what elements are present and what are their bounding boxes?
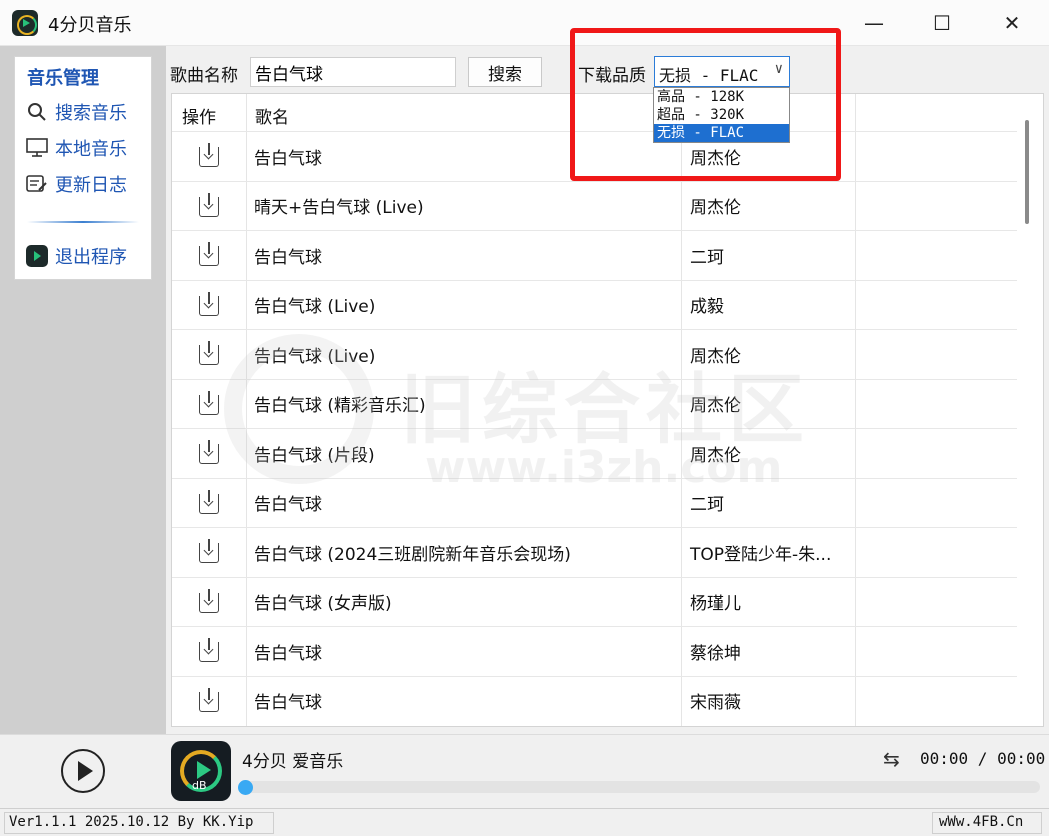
- song-name-cell: 告白气球 (Live): [254, 297, 376, 318]
- annotation-highlight-box: [570, 28, 841, 181]
- artist-cell: 宋雨薇: [690, 693, 741, 714]
- status-bar: Ver1.1.1 2025.10.12 By KK.Yip wWw.4FB.Cn: [0, 808, 1049, 836]
- download-icon[interactable]: [199, 390, 219, 415]
- download-icon[interactable]: [199, 489, 219, 514]
- artist-cell: 周杰伦: [690, 346, 741, 367]
- table-row[interactable]: 告白气球 (Live) 周杰伦: [172, 329, 1017, 379]
- song-name-cell: 告白气球 (片段): [254, 445, 375, 466]
- table-row[interactable]: 告白气球 (女声版) 杨瑾儿: [172, 576, 1017, 627]
- now-playing-title: 4分贝 爱音乐: [242, 752, 344, 772]
- song-name-cell: 告白气球: [254, 693, 322, 714]
- sidebar-item-label: 退出程序: [55, 247, 127, 268]
- sidebar-heading: 音乐管理: [27, 68, 99, 89]
- download-icon[interactable]: [199, 192, 219, 217]
- artist-cell: 周杰伦: [690, 198, 741, 219]
- sidebar-item-label: 本地音乐: [55, 139, 127, 160]
- table-row[interactable]: 晴天+告白气球 (Live) 周杰伦: [172, 180, 1017, 231]
- download-icon[interactable]: [199, 440, 219, 464]
- player-bar: dB 4分贝 爱音乐 ⇆ 00:00 / 00:00: [0, 734, 1049, 808]
- sidebar-item-label: 搜索音乐: [55, 103, 127, 124]
- table-row[interactable]: 告白气球 宋雨薇: [172, 675, 1017, 726]
- download-icon[interactable]: [199, 143, 219, 167]
- results-table: 操作 歌名 告白气球 周杰伦 晴天+告白气球 (Live) 周杰伦 告白气球 二珂 告白气球…: [171, 93, 1044, 727]
- sidebar-divider: [27, 221, 139, 223]
- download-icon[interactable]: [199, 291, 219, 316]
- artist-cell: 周杰伦: [690, 445, 741, 466]
- download-icon[interactable]: [199, 242, 219, 266]
- song-name-cell: 告白气球 (Live): [254, 346, 376, 367]
- sidebar-item-search[interactable]: 搜索音乐: [25, 97, 127, 127]
- repeat-icon[interactable]: ⇆: [883, 747, 900, 771]
- sidebar-item-exit[interactable]: 退出程序: [25, 241, 127, 271]
- app-logo-icon: [12, 10, 38, 36]
- song-name-cell: 晴天+告白气球 (Live): [254, 198, 424, 219]
- song-name-label: 歌曲名称: [170, 66, 238, 86]
- search-input[interactable]: [250, 57, 456, 87]
- cover-play-icon: [197, 761, 211, 779]
- maximize-button[interactable]: ☐: [915, 0, 969, 46]
- artist-cell: 二珂: [690, 247, 724, 268]
- monitor-icon: [25, 137, 49, 159]
- song-name-cell: 告白气球 (精彩音乐汇): [254, 396, 426, 417]
- header-action: 操作: [182, 108, 216, 128]
- artist-cell: 二珂: [690, 495, 724, 516]
- table-row[interactable]: 告白气球 (片段) 周杰伦: [172, 428, 1017, 478]
- search-icon: [25, 101, 49, 123]
- sidebar-item-local[interactable]: 本地音乐: [25, 133, 127, 163]
- header-song-name: 歌名: [255, 108, 289, 128]
- progress-knob[interactable]: [238, 780, 253, 795]
- song-name-cell: 告白气球: [254, 495, 322, 516]
- time-display: 00:00 / 00:00: [920, 749, 1046, 768]
- play-button[interactable]: [61, 749, 105, 793]
- song-name-cell: 告白气球: [254, 247, 322, 268]
- table-row[interactable]: 告白气球 二珂: [172, 230, 1017, 280]
- table-row[interactable]: 告白气球 二珂: [172, 477, 1017, 528]
- song-name-cell: 告白气球 (女声版): [254, 594, 392, 615]
- download-icon[interactable]: [199, 638, 219, 662]
- close-button[interactable]: ✕: [985, 0, 1039, 46]
- artist-cell: 杨瑾儿: [690, 594, 741, 615]
- title-bar: 4分贝音乐 — ☐ ✕: [0, 0, 1049, 46]
- sidebar-item-label: 更新日志: [55, 175, 127, 196]
- song-name-cell: 告白气球: [254, 643, 322, 664]
- exit-icon: [25, 245, 49, 267]
- download-icon[interactable]: [199, 687, 219, 712]
- progress-bar[interactable]: [240, 781, 1040, 793]
- sidebar-panel: 音乐管理 搜索音乐 本地音乐 更新日志 退出程序: [14, 56, 152, 280]
- song-name-cell: 告白气球: [254, 148, 322, 169]
- website-link[interactable]: wWw.4FB.Cn: [932, 812, 1042, 834]
- download-icon[interactable]: [199, 588, 219, 613]
- log-icon: [25, 173, 49, 195]
- table-row[interactable]: 告白气球 蔡徐坤: [172, 626, 1017, 676]
- minimize-button[interactable]: —: [847, 0, 901, 46]
- cover-db-text: dB: [192, 779, 207, 792]
- search-button[interactable]: 搜索: [468, 57, 542, 87]
- scrollbar-thumb[interactable]: [1025, 120, 1029, 224]
- table-row[interactable]: 告白气球 (Live) 成毅: [172, 279, 1017, 330]
- artist-cell: TOP登陆少年-朱...: [690, 544, 832, 565]
- version-info: Ver1.1.1 2025.10.12 By KK.Yip: [4, 812, 274, 834]
- artist-cell: 周杰伦: [690, 396, 741, 417]
- window-title: 4分贝音乐: [48, 15, 132, 36]
- album-cover: dB: [171, 741, 231, 801]
- sidebar-item-changelog[interactable]: 更新日志: [25, 169, 127, 199]
- download-icon[interactable]: [199, 539, 219, 563]
- table-row[interactable]: 告白气球 (精彩音乐汇) 周杰伦: [172, 378, 1017, 429]
- artist-cell: 蔡徐坤: [690, 643, 741, 664]
- song-name-cell: 告白气球 (2024三班剧院新年音乐会现场): [254, 544, 571, 565]
- download-icon[interactable]: [199, 341, 219, 365]
- table-row[interactable]: 告白气球 (2024三班剧院新年音乐会现场) TOP登陆少年-朱...: [172, 527, 1017, 577]
- artist-cell: 成毅: [690, 297, 724, 318]
